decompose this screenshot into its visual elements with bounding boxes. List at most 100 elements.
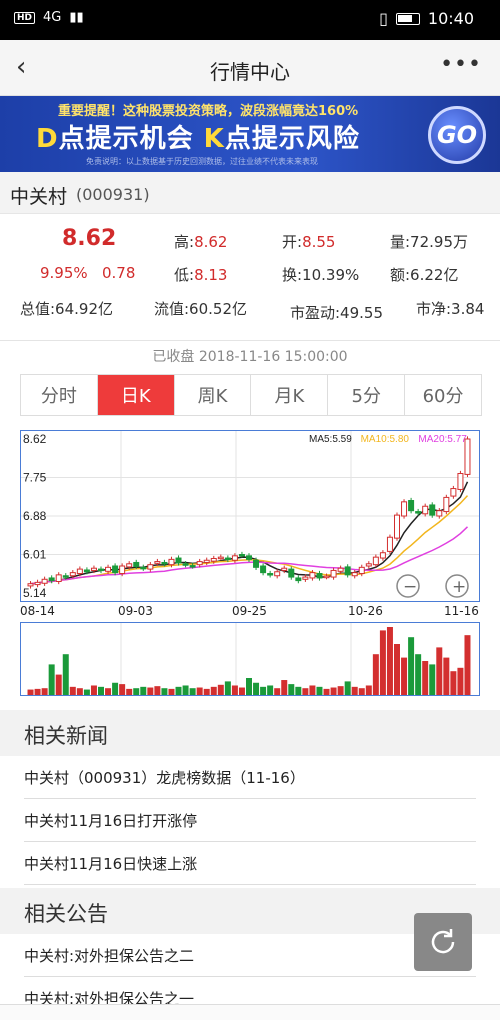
candle xyxy=(436,510,443,517)
volume-bar xyxy=(436,647,443,695)
volume-bar xyxy=(302,688,309,695)
nav-bar: ‹ 行情中心 ••• xyxy=(0,40,500,96)
candle xyxy=(415,511,422,514)
hd-icon: HD xyxy=(14,11,36,24)
more-icon[interactable]: ••• xyxy=(440,52,482,77)
candle xyxy=(189,565,196,568)
stock-code: (000931) xyxy=(76,185,150,204)
refresh-button[interactable] xyxy=(414,913,472,971)
volume-bar xyxy=(323,688,330,695)
high-price: 高:8.62 xyxy=(174,233,228,251)
candle xyxy=(168,558,175,566)
news-item[interactable]: 中关村（000931）龙虎榜数据（11-16） xyxy=(24,756,476,799)
notice-item[interactable]: 中关村:对外担保公告之二 xyxy=(24,934,476,977)
bottom-bar xyxy=(0,1004,500,1020)
candle xyxy=(133,561,140,567)
candle xyxy=(386,536,393,552)
candle xyxy=(372,556,379,566)
volume-bar xyxy=(401,657,408,695)
candle xyxy=(309,572,316,579)
go-button[interactable]: GO xyxy=(428,106,486,164)
candle xyxy=(196,561,203,566)
candle xyxy=(295,577,302,582)
candle xyxy=(330,569,337,578)
x-tick-label: 10-26 xyxy=(348,604,383,618)
candle xyxy=(224,557,231,561)
stock-header: 中关村 (000931) xyxy=(0,172,500,214)
tab-monthly-k[interactable]: 月K xyxy=(251,375,329,415)
x-tick-label: 09-03 xyxy=(118,604,153,618)
candle xyxy=(443,496,450,513)
candle xyxy=(267,573,274,576)
candle xyxy=(175,557,182,564)
volume-bar xyxy=(309,685,316,695)
volume-bar xyxy=(189,688,196,695)
ma-label: MA10:5.80 xyxy=(361,434,410,445)
kline-chart[interactable]: 8.62 7.75 6.88 6.01 5.14 MA5:5.59 MA10:5.80 MA2… xyxy=(20,430,480,602)
volume-bar xyxy=(147,687,154,695)
candle xyxy=(246,555,252,560)
candle xyxy=(182,563,189,566)
pe-ratio: 市盈动:49.55 xyxy=(290,304,383,322)
ad-banner[interactable]: 重要提醒！这种股票投资策略，波段涨幅竟达160% D点提示机会 K点提示风险 免… xyxy=(0,96,500,172)
volume-bar xyxy=(429,664,436,695)
tab-60min[interactable]: 60分 xyxy=(405,375,481,415)
volume-bar xyxy=(175,686,182,695)
candle xyxy=(34,581,41,586)
volume-bar xyxy=(337,686,344,695)
tab-weekly-k[interactable]: 周K xyxy=(175,375,252,415)
candle xyxy=(394,514,400,539)
volume-bar xyxy=(246,678,252,695)
clock: 10:40 xyxy=(427,9,474,28)
news-section-title: 相关新闻 xyxy=(24,724,108,748)
volume-bar xyxy=(457,667,464,695)
volume-bar xyxy=(196,687,203,695)
turnover-rate: 换:10.39% xyxy=(282,266,360,284)
notice-section-title: 相关公告 xyxy=(24,902,108,926)
candle xyxy=(203,559,210,563)
candle xyxy=(41,578,48,584)
y-tick-label: 5.14 xyxy=(23,586,47,600)
volume-bar xyxy=(133,688,140,695)
candle xyxy=(83,569,90,573)
x-tick-label: 08-14 xyxy=(20,604,55,618)
volume-bar xyxy=(69,686,76,695)
volume-bar xyxy=(351,686,358,695)
volume-bar xyxy=(98,686,104,695)
market-status: 已收盘 2018-11-16 15:00:00 xyxy=(152,349,348,365)
news-item[interactable]: 中关村11月16日打开涨停 xyxy=(24,799,476,842)
candle xyxy=(119,565,126,575)
volume-bar xyxy=(55,674,62,695)
y-tick-label: 8.62 xyxy=(23,432,47,446)
candle xyxy=(464,438,471,475)
candle xyxy=(55,574,62,582)
volume-bar xyxy=(238,687,245,695)
tab-5min[interactable]: 5分 xyxy=(328,375,406,415)
amount: 额:6.22亿 xyxy=(390,266,459,284)
volume-bar xyxy=(358,688,365,695)
volume-bar xyxy=(83,689,90,695)
news-item[interactable]: 中关村11月16日快速上涨 xyxy=(24,842,476,885)
candle xyxy=(337,567,344,572)
low-price: 低:8.13 xyxy=(174,266,228,284)
candle xyxy=(210,557,217,562)
volume-bar xyxy=(34,688,41,695)
y-tick-label: 7.75 xyxy=(23,471,47,485)
total-cap: 总值:64.92亿 xyxy=(20,300,113,318)
candle xyxy=(401,501,408,517)
candle xyxy=(48,577,55,582)
candle xyxy=(365,563,372,567)
candle xyxy=(69,572,76,577)
volume-chart xyxy=(20,622,480,696)
volume-bar xyxy=(126,688,133,695)
candle xyxy=(288,568,295,578)
candle xyxy=(140,566,147,570)
candle xyxy=(422,505,429,515)
zoom-out-icon: − xyxy=(403,577,417,597)
candle xyxy=(27,583,34,587)
volume-bar xyxy=(48,664,55,695)
volume-bar xyxy=(330,687,337,695)
tab-daily-k[interactable]: 日K xyxy=(97,375,175,415)
tab-intraday[interactable]: 分时 xyxy=(21,375,98,415)
candle xyxy=(112,565,119,574)
